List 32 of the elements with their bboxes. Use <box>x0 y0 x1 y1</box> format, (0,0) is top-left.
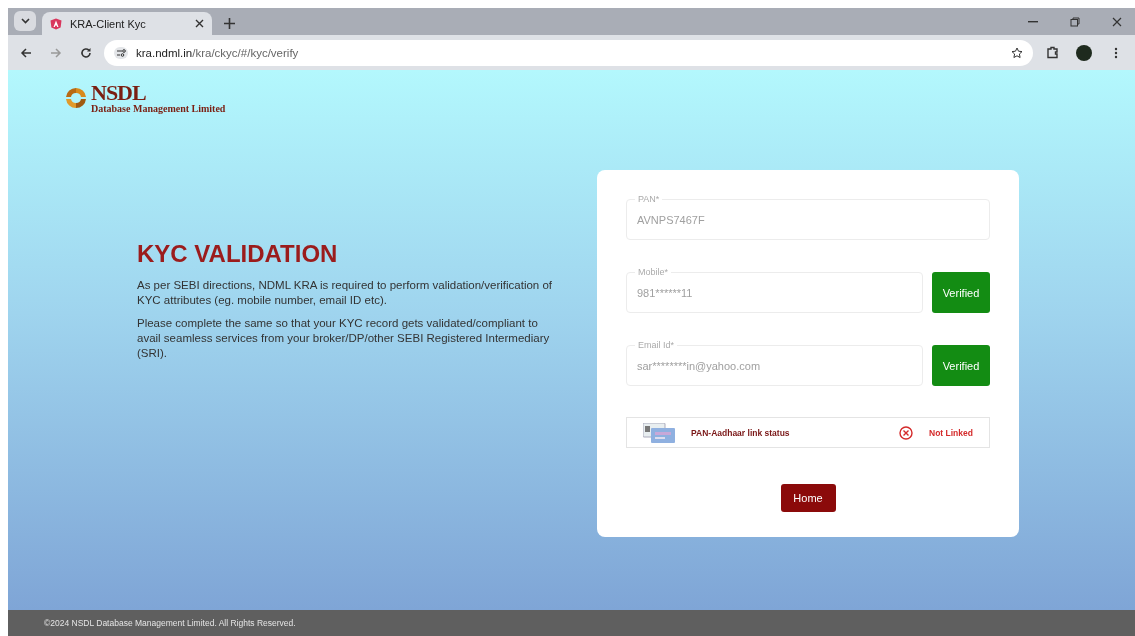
status-label: PAN-Aadhaar link status <box>691 427 791 438</box>
tab-title: KRA-Client Kyc <box>70 17 147 30</box>
logo-icon <box>63 86 89 110</box>
back-icon[interactable] <box>20 46 32 59</box>
profile-avatar[interactable] <box>1076 44 1092 61</box>
reload-icon[interactable] <box>80 46 92 59</box>
url-text[interactable]: kra.ndml.in/kra/ckyc/#/kyc/verify <box>136 46 299 59</box>
menu-icon[interactable] <box>1114 46 1118 59</box>
site-icon <box>50 17 62 30</box>
copyright-text: ©2024 NSDL Database Management Limited. All Rights Reserved. <box>44 618 296 628</box>
extensions-icon[interactable] <box>1045 46 1059 59</box>
page-heading: KYC VALIDATION <box>137 240 339 268</box>
verified-button[interactable]: Verified <box>932 272 990 313</box>
star-icon[interactable] <box>1011 46 1023 59</box>
status-value: Not Linked <box>929 427 973 438</box>
restore-icon[interactable] <box>1070 16 1080 27</box>
browser-tab[interactable]: KRA-Client Kyc <box>42 12 212 35</box>
id-card-icon <box>643 422 675 443</box>
close-icon[interactable] <box>195 19 204 28</box>
site-settings-icon[interactable] <box>114 46 128 59</box>
address-bar[interactable]: kra.ndml.in/kra/ckyc/#/kyc/verify <box>104 39 1033 66</box>
home-button[interactable]: Home <box>780 484 836 512</box>
logo-name: NSDL <box>91 82 147 104</box>
close-icon[interactable] <box>1112 16 1122 27</box>
description-text: Please complete the same so that your KYC record gets validated/compliant to avail seamless services from your broker/DP/other SEBI Registered Intermediary (SRI). <box>137 315 551 361</box>
new-tab-icon[interactable] <box>224 18 235 29</box>
logo-subtitle: Database Management Limited <box>91 104 226 114</box>
minimize-icon[interactable] <box>1028 20 1038 23</box>
verified-button[interactable]: Verified <box>932 345 990 386</box>
description-text: As per SEBI directions, NDML KRA is required to perform validation/verification of KYC attributes (eg. mobile number, email ID etc). <box>137 278 554 308</box>
tab-search-button[interactable] <box>14 11 36 31</box>
caret-icon <box>20 18 30 24</box>
